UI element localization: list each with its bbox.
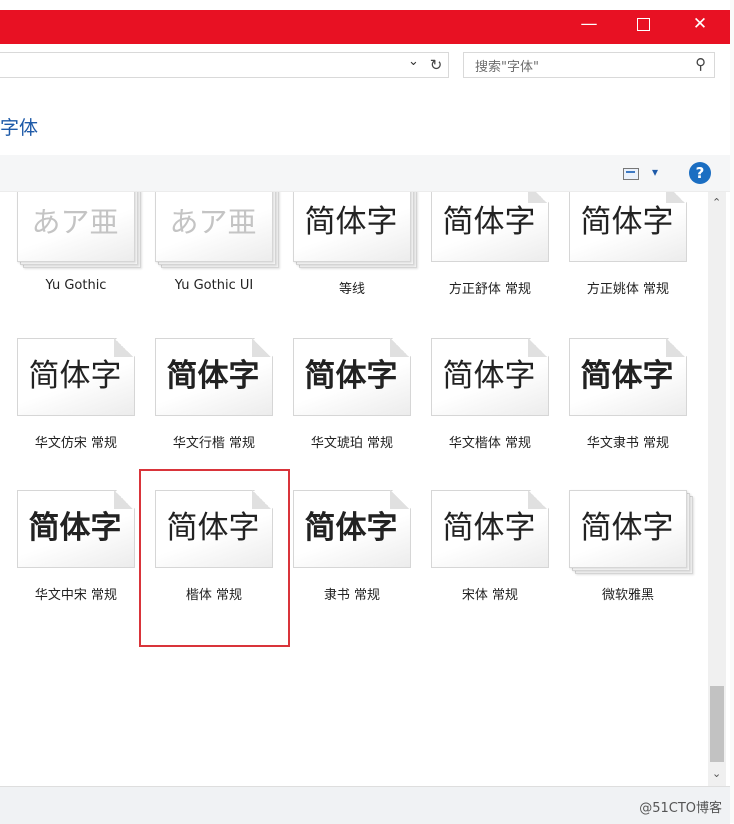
scroll-thumb[interactable]: [710, 686, 724, 762]
font-tile[interactable]: 简体字 等线: [276, 192, 417, 334]
font-tile[interactable]: 简体字华文中宋 常规: [0, 490, 138, 640]
font-sample-text: 简体字: [442, 204, 536, 240]
font-file-icon: 简体字: [431, 490, 549, 568]
search-placeholder: 搜索"字体": [475, 60, 539, 75]
font-tile[interactable]: 简体字华文琥珀 常规: [276, 338, 414, 488]
font-sample-text: 简体字: [442, 358, 536, 394]
font-tile[interactable]: 简体字方正姚体 常规: [552, 192, 690, 334]
font-tile[interactable]: 简体字方正舒体 常规: [414, 192, 552, 334]
font-name-label: 方正姚体 常规: [586, 282, 670, 297]
font-file-icon: 简体字: [293, 338, 411, 416]
font-tile[interactable]: 简体字 微软雅黑: [552, 490, 693, 640]
font-name-label: 微软雅黑: [601, 588, 654, 603]
font-name-label: 隶书 常规: [323, 588, 381, 603]
view-dropdown-icon[interactable]: ▾: [652, 165, 658, 179]
font-file-icon: 简体字: [569, 490, 693, 574]
maximize-button[interactable]: [620, 10, 666, 40]
selection-highlight-box: [139, 469, 290, 647]
font-file-icon: あア亜: [17, 192, 141, 268]
minimize-button[interactable]: —: [566, 10, 612, 40]
window-edge: [730, 0, 734, 823]
search-icon[interactable]: ⚲: [695, 55, 706, 73]
close-button[interactable]: ✕: [677, 10, 723, 40]
font-tile[interactable]: 简体字 隶书 常规: [276, 490, 414, 640]
font-tile[interactable]: 简体字华文行楷 常规: [138, 338, 276, 488]
font-sample-text: 简体字: [304, 510, 398, 546]
scroll-down-icon[interactable]: ⌄: [712, 767, 721, 780]
status-bar: @51CTO博客: [0, 786, 730, 824]
font-name-label: 华文楷体 常规: [448, 436, 532, 451]
font-tile[interactable]: あア亜 Yu Gothic UI: [138, 192, 279, 334]
font-file-icon: 简体字: [17, 490, 135, 568]
font-sample-text: 简体字: [166, 358, 260, 394]
font-file-icon: 简体字: [155, 338, 273, 416]
vertical-scrollbar[interactable]: ⌃ ⌄: [708, 192, 726, 786]
font-tile[interactable]: 简体字 宋体 常规: [414, 490, 552, 640]
font-name-label: 华文隶书 常规: [586, 436, 670, 451]
view-toolbar: ▾ ?: [0, 155, 730, 192]
title-bar: — ✕: [0, 10, 730, 44]
page-title: 字体: [0, 117, 39, 139]
font-name-label: 方正舒体 常规: [448, 282, 532, 297]
font-file-icon: 简体字: [569, 192, 687, 262]
font-name-label: 宋体 常规: [461, 588, 519, 603]
font-name-label: 华文琥珀 常规: [310, 436, 394, 451]
font-sample-text: 简体字: [580, 510, 674, 546]
font-file-icon: 简体字: [17, 338, 135, 416]
font-tile[interactable]: 简体字华文隶书 常规: [552, 338, 690, 488]
address-bar[interactable]: [0, 52, 426, 78]
font-tile[interactable]: 简体字华文仿宋 常规: [0, 338, 138, 488]
font-name-label: 华文中宋 常规: [34, 588, 118, 603]
refresh-button[interactable]: ↻: [424, 52, 449, 78]
font-name-label: Yu Gothic: [45, 278, 107, 293]
address-dropdown-icon[interactable]: ⌄: [408, 54, 419, 69]
font-sample-text: 简体字: [580, 204, 674, 240]
address-row: ⌄ ↻ 搜索"字体" ⚲: [0, 44, 730, 84]
font-sample-text: 简体字: [304, 204, 398, 240]
font-sample-text: 简体字: [28, 510, 122, 546]
font-file-icon: 简体字: [431, 338, 549, 416]
font-file-icon: 简体字: [569, 338, 687, 416]
font-sample-text: 简体字: [28, 358, 122, 394]
font-file-icon: 简体字: [431, 192, 549, 262]
font-name-label: 华文行楷 常规: [172, 436, 256, 451]
font-sample-text: 简体字: [304, 358, 398, 394]
font-name-label: 华文仿宋 常规: [34, 436, 118, 451]
font-name-label: 等线: [338, 282, 365, 297]
font-sample-text: あア亜: [169, 205, 257, 239]
font-tile[interactable]: あア亜 Yu Gothic: [0, 192, 141, 334]
scroll-up-icon[interactable]: ⌃: [712, 196, 721, 209]
font-file-icon: あア亜: [155, 192, 279, 268]
font-sample-text: あア亜: [31, 205, 119, 239]
font-sample-text: 简体字: [580, 358, 674, 394]
font-gallery: あア亜 Yu Gothic あア亜 Yu Gothic UI 简体字 等线 简体字 方正舒体 …: [0, 192, 706, 786]
font-sample-text: 简体字: [442, 510, 536, 546]
help-icon[interactable]: ?: [689, 162, 711, 184]
watermark: @51CTO博客: [639, 801, 722, 816]
search-input[interactable]: 搜索"字体" ⚲: [463, 52, 715, 78]
font-name-label: Yu Gothic UI: [174, 278, 254, 293]
font-file-icon: 简体字: [293, 490, 411, 568]
view-layout-icon[interactable]: [623, 168, 639, 180]
maximize-icon: [636, 17, 650, 31]
font-file-icon: 简体字: [293, 192, 417, 268]
font-tile[interactable]: 简体字华文楷体 常规: [414, 338, 552, 488]
